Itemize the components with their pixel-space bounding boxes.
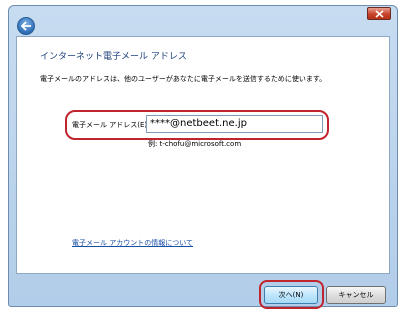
- dialog-window: インターネット電子メール アドレス 電子メールのアドレスは、他のユーザーがあなた…: [8, 5, 398, 307]
- wizard-content: インターネット電子メール アドレス 電子メールのアドレスは、他のユーザーがあなた…: [16, 36, 390, 274]
- email-field-label: 電子メール アドレス(E):: [72, 121, 150, 129]
- email-address-input[interactable]: ****@netbeet.ne.jp: [146, 115, 323, 133]
- back-arrow-icon: [20, 21, 31, 31]
- description-text: 電子メールのアドレスは、他のユーザーがあなたに電子メールを送信するために使います…: [40, 75, 327, 83]
- next-button[interactable]: 次へ(N): [264, 286, 318, 304]
- account-info-link[interactable]: 電子メール アカウントの情報について: [72, 238, 193, 248]
- back-button[interactable]: [17, 17, 35, 35]
- page-title: インターネット電子メール アドレス: [40, 52, 187, 62]
- title-bar: [9, 6, 397, 33]
- close-button[interactable]: [367, 7, 391, 20]
- close-icon: [374, 9, 384, 18]
- email-example-text: 例: t-chofu@microsoft.com: [148, 140, 242, 148]
- cancel-button[interactable]: キャンセル: [326, 286, 386, 304]
